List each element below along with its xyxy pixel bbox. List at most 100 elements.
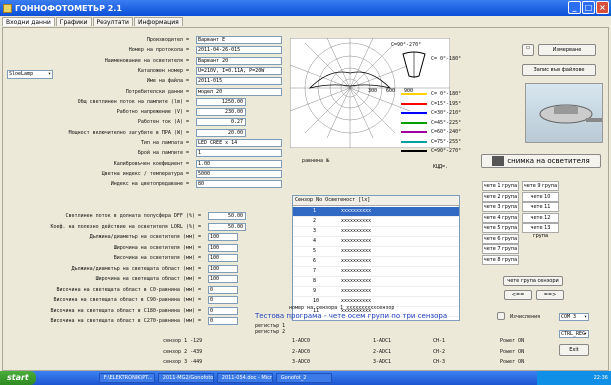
read-sensor-group-button[interactable]: чете група сензори	[503, 276, 563, 286]
form-field[interactable]: U=210V, I=0.11A, P=20W	[196, 66, 282, 75]
sensor-name: сензор 3 -449	[163, 359, 203, 365]
com-select[interactable]: COM 3 ▾	[559, 313, 589, 321]
group-button[interactable]: чете 7 група	[482, 244, 519, 254]
group-button[interactable]: чете 11 група	[522, 202, 559, 218]
table-row[interactable]: 8 xxxxxxxxxx	[293, 277, 459, 287]
dimension-label: Дължина/диаметър на светещата област (мм…	[71, 265, 201, 272]
row-number: 3	[313, 228, 317, 234]
dimension-field[interactable]: 50.00	[208, 222, 246, 231]
calc-label[interactable]: Изчисления	[510, 314, 540, 320]
photo-button[interactable]: снимка на осветителя	[481, 154, 601, 168]
luminaire-icon	[402, 51, 426, 78]
sensor-name: сензор 1 -129	[163, 338, 203, 344]
row-value: xxxxxxxxxx	[341, 238, 372, 244]
maximize-button[interactable]: □	[582, 1, 595, 14]
form-label: Индекс на цветопредаване =	[110, 181, 189, 188]
table-row[interactable]: 1 xxxxxxxxxx	[293, 207, 459, 217]
form-field[interactable]: Варвант 20	[196, 56, 282, 65]
folder-icon[interactable]: ▭	[522, 44, 534, 56]
form-field[interactable]: 80	[196, 180, 282, 189]
tab-input[interactable]: Входни данни	[2, 17, 55, 26]
dimension-field[interactable]: 100	[208, 233, 238, 241]
form-label: Наименование на осветителя =	[104, 57, 189, 64]
form-field[interactable]: 2011-015	[196, 77, 282, 86]
task-2[interactable]: 2011-MG2/Gonofoto...	[157, 373, 214, 383]
exit-button[interactable]: Exit	[559, 344, 589, 356]
task-1[interactable]: F:\ELEKTRONIK\PT...	[98, 373, 155, 383]
row-number: 4	[313, 238, 317, 244]
legend-label: C=15°-195°	[431, 100, 462, 107]
sensor-power: Power ON	[500, 359, 525, 365]
form-field[interactable]: 2011-04-26-015	[196, 46, 282, 55]
tab-charts[interactable]: Графики	[55, 17, 92, 26]
group-button[interactable]: чете 8 група	[482, 254, 519, 265]
legend-label: C=45°-225°	[431, 119, 462, 126]
table-row[interactable]: 4 xxxxxxxxxx	[293, 237, 459, 247]
table-row[interactable]: 3 xxxxxxxxxx	[293, 227, 459, 237]
form-field[interactable]: 1250.00	[196, 97, 246, 106]
dimension-field[interactable]: 0	[208, 317, 238, 325]
group-button[interactable]: чете 13 група	[522, 223, 559, 239]
dimension-field[interactable]: 100	[208, 264, 238, 273]
lamp-select[interactable]: SloeLamp ▾	[7, 70, 53, 79]
dimension-field[interactable]: 100	[208, 254, 238, 262]
dimension-field[interactable]: 0	[208, 296, 238, 304]
row-value: xxxxxxxxxx	[341, 258, 372, 264]
legend-swatch	[401, 121, 427, 124]
group-button[interactable]: чете 6 група	[482, 233, 519, 244]
prev-button[interactable]: <==	[504, 290, 532, 300]
form-field[interactable]: 1	[196, 149, 282, 158]
row-number: 5	[313, 248, 317, 254]
dimension-field[interactable]: 50.00	[208, 212, 246, 220]
group-button[interactable]: чете 1 група	[482, 181, 519, 191]
form-field[interactable]: 230.00	[196, 108, 246, 117]
dimension-field[interactable]: 0	[208, 285, 238, 294]
table-row[interactable]: 7 xxxxxxxxxx	[293, 267, 459, 277]
form-label: Номер на протокола =	[128, 47, 189, 54]
table-row[interactable]: 2 xxxxxxxxxx	[293, 217, 459, 227]
sensor-power: Power ON	[500, 348, 525, 355]
form-field[interactable]: 1.00	[196, 159, 282, 168]
tick-300: 300	[368, 88, 377, 94]
form-field[interactable]: 20.00	[196, 128, 246, 137]
row-number: 7	[313, 268, 317, 274]
ctrl-reg-select[interactable]: CTRL_REG ▾	[559, 330, 589, 338]
task-4[interactable]: Gonofot_2	[275, 373, 332, 383]
form-field[interactable]: LED CREE x 14	[196, 139, 282, 147]
title-bar: ГОННОФОТОМЕТЬР 2.1 _ □ ×	[0, 0, 611, 16]
group-button[interactable]: чете 4 група	[482, 212, 519, 223]
next-button[interactable]: ==>	[536, 290, 564, 300]
table-row[interactable]: 6 xxxxxxxxxx	[293, 257, 459, 267]
dimension-field[interactable]: 100	[208, 275, 238, 283]
measure-button[interactable]: Измерване	[538, 44, 596, 56]
group-button[interactable]: чете 2 група	[482, 191, 519, 202]
form-field[interactable]: Варвант Е	[196, 36, 282, 44]
form-label: Каталожен номер =	[137, 67, 189, 74]
group-button[interactable]: чете 12 група	[522, 212, 559, 229]
clock: 22:36	[593, 375, 608, 381]
tab-results[interactable]: Резултати	[92, 17, 133, 26]
sensor-table[interactable]: Сензор No Осветеност [lx] 1 xxxxxxxxxx 2 xx…	[292, 195, 460, 321]
form-field[interactable]: модел 20	[196, 87, 282, 96]
dimension-label: Светлинен поток в долната полусфера DFF …	[65, 213, 201, 219]
close-button[interactable]: ×	[596, 1, 609, 14]
calc-icon[interactable]	[497, 312, 505, 320]
table-row[interactable]: 5 xxxxxxxxxx	[293, 247, 459, 257]
task-3[interactable]: 2011-054.doc - Micro...	[216, 373, 273, 383]
form-field[interactable]: 0.27	[196, 118, 246, 127]
dimension-field[interactable]: 100	[208, 243, 238, 252]
group-button[interactable]: чете 9 група	[522, 181, 559, 191]
row-value: xxxxxxxxxx	[341, 248, 372, 254]
start-button[interactable]: start	[0, 371, 36, 385]
register-2: регистър 2	[255, 329, 286, 335]
group-button[interactable]: чете 3 група	[482, 202, 519, 212]
table-row[interactable]: 9 xxxxxxxxxx	[293, 287, 459, 297]
group-button[interactable]: чете 10 група	[522, 191, 559, 208]
form-field[interactable]: 5000	[196, 169, 282, 178]
save-files-button[interactable]: Запис във файлове	[522, 64, 596, 76]
tab-strip: Входни данни Графики Резултати Информаци…	[2, 17, 184, 26]
tab-info[interactable]: Информация	[133, 17, 183, 26]
group-button[interactable]: чете 5 група	[482, 223, 519, 233]
minimize-button[interactable]: _	[568, 1, 581, 14]
dimension-field[interactable]: 0	[208, 306, 238, 315]
